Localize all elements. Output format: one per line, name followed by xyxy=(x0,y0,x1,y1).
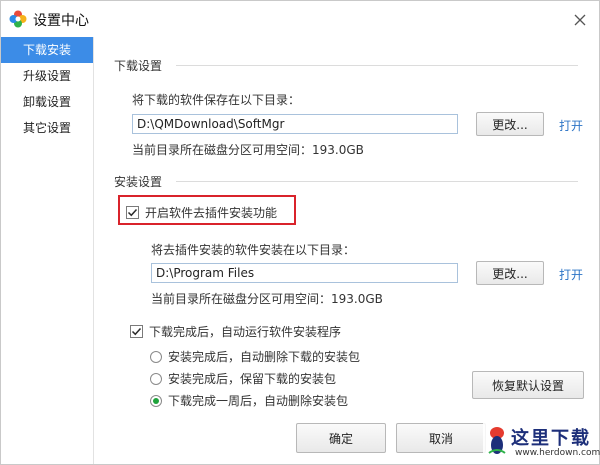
plugin-checkbox-label: 开启软件去插件安装功能 xyxy=(145,206,278,220)
download-open-link[interactable]: 打开 xyxy=(559,117,583,134)
ok-button[interactable]: 确定 xyxy=(296,423,386,453)
radio-delete-after-install[interactable]: 安装完成后，自动删除下载的安装包 xyxy=(150,348,360,365)
radio-button[interactable] xyxy=(150,372,162,385)
close-icon xyxy=(574,14,586,26)
radio-button[interactable] xyxy=(150,350,162,363)
radio-label: 安装完成后，保留下载的安装包 xyxy=(168,372,337,386)
close-button[interactable] xyxy=(567,7,593,33)
watermark-logo-icon xyxy=(488,427,506,454)
radio-label: 安装完成后，自动删除下载的安装包 xyxy=(168,350,361,364)
radio-button[interactable] xyxy=(150,394,162,407)
download-section-title: 下载设置 xyxy=(114,59,163,73)
download-space-text: 当前目录所在磁盘分区可用空间：193.0GB xyxy=(132,143,364,157)
check-icon xyxy=(127,208,138,217)
sidebar-item-upgrade-settings[interactable]: 升级设置 xyxy=(1,63,93,89)
auto-run-label: 下载完成后，自动运行软件安装程序 xyxy=(149,325,342,339)
site-watermark: 这里下载 www.herdown.com xyxy=(483,421,600,463)
radio-selected-dot xyxy=(153,397,159,404)
sidebar-item-other-settings[interactable]: 其它设置 xyxy=(1,115,93,141)
sidebar-item-uninstall-settings[interactable]: 卸载设置 xyxy=(1,89,93,115)
title-bar: 设置中心 xyxy=(1,1,599,37)
sidebar: 下载安装 升级设置 卸载设置 其它设置 xyxy=(1,37,94,464)
radio-keep-package[interactable]: 安装完成后，保留下载的安装包 xyxy=(150,370,336,387)
install-space-text: 当前目录所在磁盘分区可用空间：193.0GB xyxy=(151,292,383,306)
install-section-divider xyxy=(176,181,578,182)
download-dir-label: 将下载的软件保存在以下目录： xyxy=(132,93,301,107)
radio-label: 下载完成一周后，自动删除安装包 xyxy=(168,394,349,408)
colorful-flower-icon xyxy=(9,10,27,28)
download-change-button[interactable]: 更改... xyxy=(476,112,544,136)
cancel-button[interactable]: 取消 xyxy=(396,423,486,453)
settings-window: 设置中心 下载安装 升级设置 卸载设置 其它设置 下载设置 将下载的软件保存在以… xyxy=(0,0,600,465)
radio-delete-after-week[interactable]: 下载完成一周后，自动删除安装包 xyxy=(150,392,348,409)
plugin-checkbox[interactable] xyxy=(126,206,139,219)
check-icon xyxy=(131,327,142,336)
window-title: 设置中心 xyxy=(33,13,89,29)
install-change-button[interactable]: 更改... xyxy=(476,261,544,285)
download-dir-input[interactable] xyxy=(132,114,458,134)
install-open-link[interactable]: 打开 xyxy=(559,266,583,283)
install-dir-label: 将去插件安装的软件安装在以下目录： xyxy=(151,243,356,257)
install-dir-input[interactable] xyxy=(151,263,458,283)
settings-content: 下载设置 将下载的软件保存在以下目录： 更改... 打开 当前目录所在磁盘分区可… xyxy=(94,37,599,464)
download-section-divider xyxy=(176,65,578,66)
restore-defaults-button[interactable]: 恢复默认设置 xyxy=(472,371,584,399)
sidebar-item-download-install[interactable]: 下载安装 xyxy=(1,37,93,63)
auto-run-checkbox[interactable] xyxy=(130,325,143,338)
watermark-text: 这里下载 xyxy=(511,428,591,449)
watermark-url: www.herdown.com xyxy=(515,448,600,458)
auto-run-option[interactable]: 下载完成后，自动运行软件安装程序 xyxy=(130,323,341,340)
install-section-title: 安装设置 xyxy=(114,175,163,189)
plugin-option[interactable]: 开启软件去插件安装功能 xyxy=(126,204,277,221)
